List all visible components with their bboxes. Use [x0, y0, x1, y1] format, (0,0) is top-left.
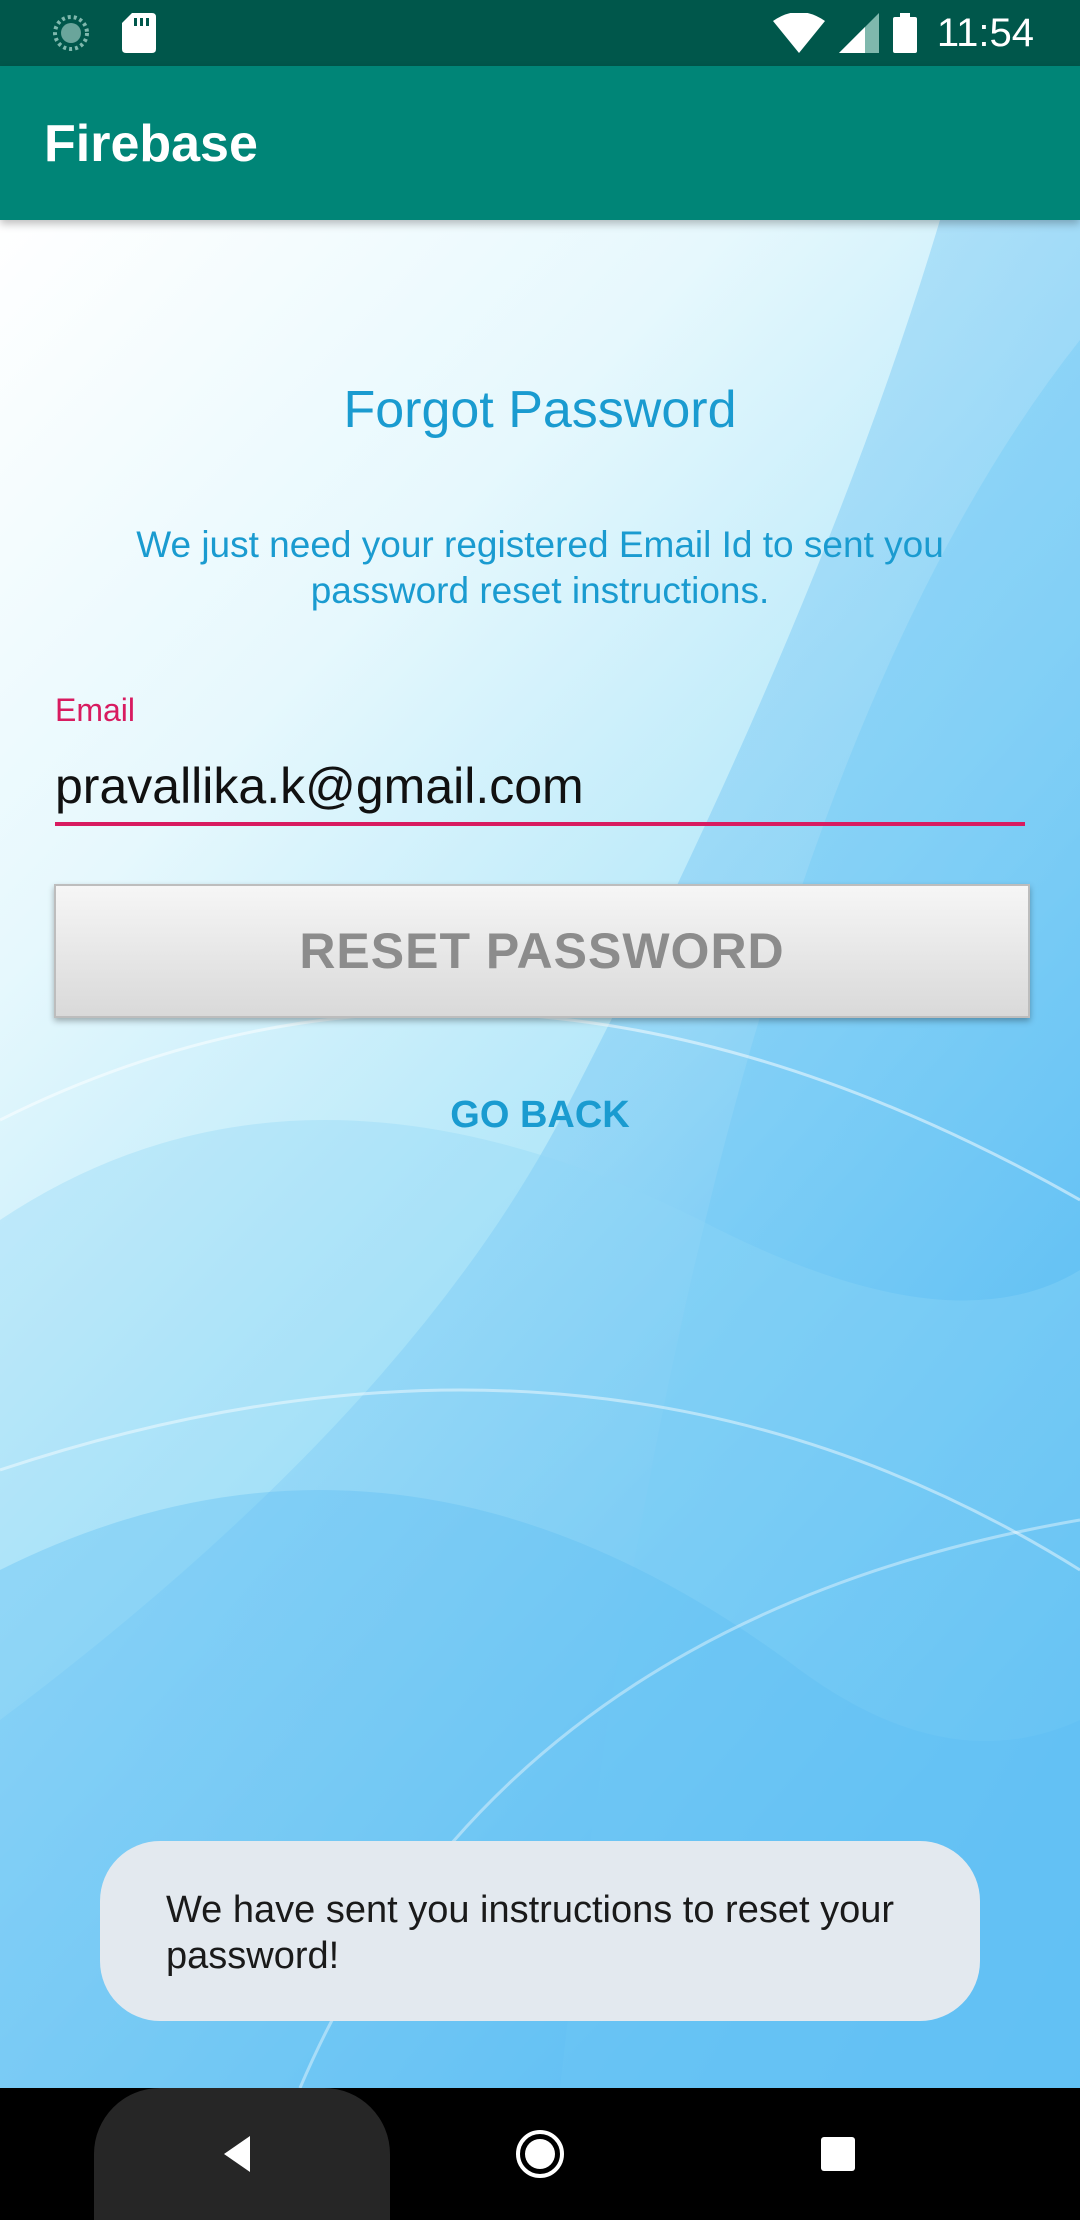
sd-card-icon — [122, 13, 156, 53]
navigation-bar — [0, 2088, 1080, 2220]
battery-icon — [892, 13, 917, 53]
status-bar: 11:54 — [0, 0, 1080, 66]
content-area: Forgot Password We just need your regist… — [0, 220, 1080, 2088]
recent-apps-icon[interactable] — [820, 2136, 856, 2172]
loading-icon — [53, 15, 89, 51]
home-icon[interactable] — [514, 2128, 566, 2180]
screen: 11:54 Firebase Forgot Password We just n… — [0, 0, 1080, 2220]
signal-icon — [838, 13, 879, 53]
page-title: Forgot Password — [343, 381, 737, 439]
toast-message: We have sent you instructions to reset y… — [100, 1841, 980, 2021]
app-title: Firebase — [44, 115, 258, 173]
wifi-icon — [772, 13, 825, 53]
reset-password-button[interactable]: RESET PASSWORD — [54, 884, 1030, 1018]
back-icon[interactable] — [218, 2134, 258, 2174]
status-time: 11:54 — [936, 10, 1034, 55]
background-wave-image — [0, 220, 1080, 2088]
status-right: 11:54 — [759, 0, 1034, 66]
app-bar: Firebase — [0, 66, 1080, 220]
email-label: Email — [55, 692, 136, 728]
email-field[interactable] — [55, 750, 1025, 826]
page-subtitle: We just need your registered Email Id to… — [136, 524, 944, 611]
go-back-button[interactable]: GO BACK — [0, 1094, 1080, 1137]
